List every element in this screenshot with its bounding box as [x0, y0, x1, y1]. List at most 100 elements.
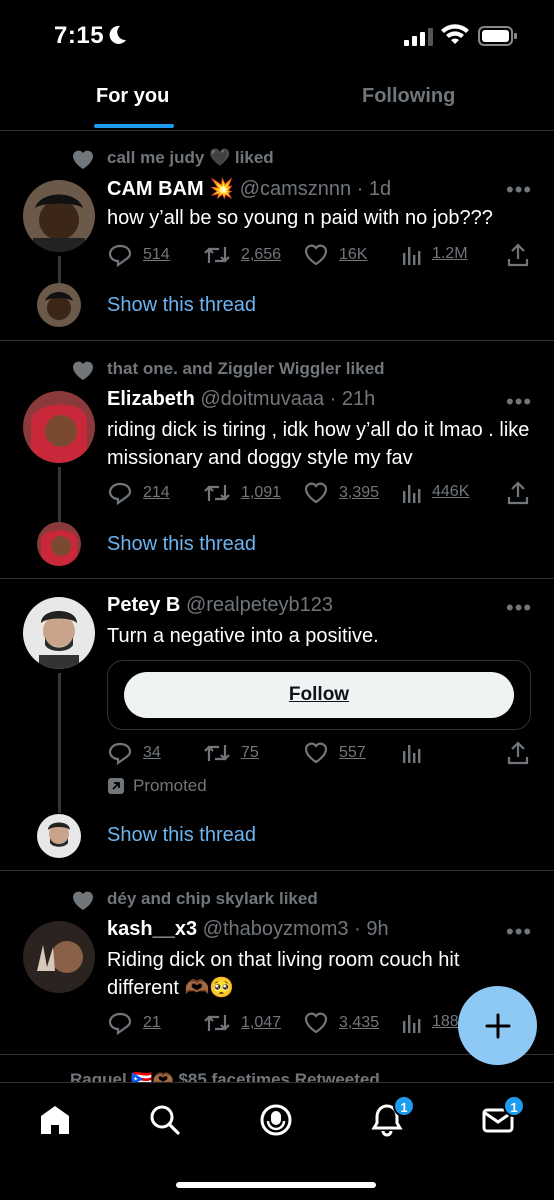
views-button[interactable]: 446K	[402, 481, 469, 503]
show-thread-link[interactable]: Show this thread	[107, 533, 256, 556]
battery-icon	[478, 26, 517, 46]
tweet-text: Turn a negative into a positive.	[107, 625, 379, 647]
social-context: that one. and Ziggler Wiggler liked	[107, 359, 385, 378]
reply-icon	[108, 244, 132, 267]
display-name[interactable]: Petey B	[107, 594, 180, 616]
share-button[interactable]	[507, 741, 539, 765]
display-name[interactable]: Elizabeth	[107, 388, 195, 410]
share-button[interactable]	[507, 243, 539, 267]
like-icon	[304, 1012, 328, 1034]
share-button[interactable]	[507, 481, 539, 505]
tweet-card[interactable]: Petey B @realpeteyb123 ••• Turn a negati…	[0, 579, 554, 871]
home-icon[interactable]	[38, 1103, 72, 1137]
views-icon	[403, 745, 421, 763]
promoted-label: Promoted	[107, 776, 207, 796]
more-icon[interactable]: •••	[506, 919, 532, 945]
views-button[interactable]: 1.2M	[402, 243, 468, 265]
view-count: 1.2M	[432, 245, 468, 262]
views-icon	[403, 1015, 421, 1033]
like-button[interactable]: 557	[303, 741, 366, 765]
reply-button[interactable]: 214	[107, 481, 170, 505]
compose-button[interactable]	[458, 986, 537, 1065]
avatar[interactable]	[37, 522, 81, 566]
follow-button[interactable]: Follow	[124, 672, 514, 718]
handle[interactable]: @realpeteyb123	[186, 594, 333, 616]
like-button[interactable]: 16K	[303, 243, 367, 267]
avatar[interactable]	[23, 180, 95, 252]
views-button[interactable]: 188	[402, 1011, 459, 1033]
status-bar: 7:15	[0, 0, 554, 75]
reply-icon	[108, 482, 132, 505]
display-name[interactable]: kash__x3	[107, 918, 197, 940]
heart-icon	[73, 150, 93, 169]
retweet-button[interactable]: 75	[203, 741, 259, 765]
messages-badge: 1	[503, 1095, 525, 1117]
action-bar: 514 2,656 16K 1.2M	[107, 243, 532, 269]
reply-icon	[108, 742, 132, 765]
like-count: 557	[339, 744, 366, 761]
reply-button[interactable]: 21	[107, 1011, 161, 1035]
action-bar: 214 1,091 3,395 446K	[107, 481, 532, 507]
timeline-tabs: For you Following	[0, 75, 554, 131]
more-icon[interactable]: •••	[506, 389, 532, 415]
avatar[interactable]	[37, 814, 81, 858]
retweet-button[interactable]: 2,656	[203, 243, 281, 267]
follow-card: Follow	[107, 660, 531, 730]
tweet-text: Riding dick on that living room couch hi…	[107, 949, 460, 999]
home-indicator	[176, 1182, 376, 1188]
avatar[interactable]	[23, 391, 95, 463]
next-tweet-peek: Raquel 🇵🇷🫶🏾 $85 facetimes Retweeted	[70, 1070, 380, 1082]
handle[interactable]: @doitmuvaaa	[200, 388, 324, 410]
like-icon	[304, 482, 328, 504]
active-tab-indicator	[94, 124, 174, 128]
spaces-icon[interactable]	[259, 1103, 293, 1137]
retweet-button[interactable]: 1,047	[203, 1011, 281, 1035]
handle[interactable]: @camsznnn	[240, 178, 351, 200]
show-thread-link[interactable]: Show this thread	[107, 294, 256, 317]
like-button[interactable]: 3,435	[303, 1011, 379, 1035]
retweet-button[interactable]: 1,091	[203, 481, 281, 505]
search-icon[interactable]	[148, 1103, 182, 1137]
views-button[interactable]	[402, 741, 432, 763]
cellular-signal-icon	[404, 28, 433, 46]
action-bar: 34 75 557	[107, 741, 532, 767]
tab-following[interactable]: Following	[362, 85, 455, 108]
views-icon	[403, 485, 421, 503]
more-icon[interactable]: •••	[506, 595, 532, 621]
display-name[interactable]: CAM BAM 💥	[107, 178, 234, 200]
share-icon	[507, 481, 529, 505]
avatar[interactable]	[37, 283, 81, 327]
timestamp[interactable]: 21h	[342, 388, 375, 410]
thread-line	[58, 256, 61, 284]
reply-count: 21	[143, 1014, 161, 1031]
reply-button[interactable]: 514	[107, 243, 170, 267]
like-count: 3,395	[339, 484, 380, 501]
wifi-icon	[441, 24, 469, 44]
timestamp[interactable]: 1d	[369, 178, 391, 200]
thread-line	[58, 673, 61, 813]
retweet-count: 75	[241, 744, 259, 761]
tweet-card[interactable]: call me judy 🖤 liked CAM BAM 💥 @camsznnn…	[0, 131, 554, 341]
retweet-count: 1,091	[241, 484, 282, 501]
promoted-icon	[108, 778, 124, 794]
more-icon[interactable]: •••	[506, 177, 532, 203]
tweet-card[interactable]: that one. and Ziggler Wiggler liked Eliz…	[0, 341, 554, 579]
reply-button[interactable]: 34	[107, 741, 161, 765]
reply-count: 214	[143, 484, 170, 501]
like-count: 16K	[339, 246, 368, 263]
like-count: 3,435	[339, 1014, 380, 1031]
timestamp[interactable]: 9h	[366, 918, 388, 940]
view-count: 188	[432, 1013, 459, 1030]
reply-icon	[108, 1012, 132, 1035]
heart-icon	[73, 891, 93, 910]
moon-icon	[109, 25, 126, 44]
avatar[interactable]	[23, 597, 95, 669]
view-count: 446K	[432, 483, 470, 500]
tab-for-you[interactable]: For you	[96, 85, 169, 108]
avatar[interactable]	[23, 921, 95, 993]
show-thread-link[interactable]: Show this thread	[107, 824, 256, 847]
like-button[interactable]: 3,395	[303, 481, 379, 505]
thread-line	[58, 467, 61, 523]
views-icon	[403, 247, 421, 265]
handle[interactable]: @thaboyzmom3	[203, 918, 349, 940]
